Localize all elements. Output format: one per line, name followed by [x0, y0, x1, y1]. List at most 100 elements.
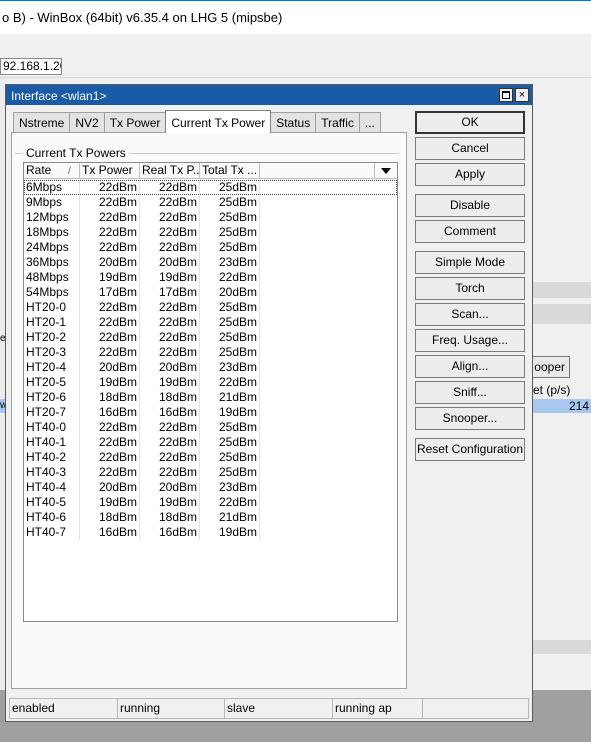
cell-total-tx-power: 22dBm [200, 495, 260, 510]
align-button[interactable]: Align... [415, 355, 525, 378]
cell-tx-power: 17dBm [80, 285, 140, 300]
column-header-rate[interactable]: Rate / [24, 163, 80, 179]
table-row[interactable]: 48Mbps 19dBm 19dBm 22dBm [24, 270, 397, 285]
cell-rate: HT20-5 [24, 375, 80, 390]
close-button[interactable]: × [515, 88, 529, 102]
cell-rate: HT20-3 [24, 345, 80, 360]
ok-button[interactable]: OK [415, 111, 525, 134]
tx-power-table[interactable]: Rate / Tx Power Real Tx P... Total Tx ..… [23, 162, 398, 622]
cell-total-tx-power: 19dBm [200, 525, 260, 540]
background-band [532, 640, 591, 654]
cell-total-tx-power: 23dBm [200, 480, 260, 495]
cell-tx-power: 19dBm [80, 495, 140, 510]
apply-button[interactable]: Apply [415, 163, 525, 186]
table-row[interactable]: HT20-5 19dBm 19dBm 22dBm [24, 375, 397, 390]
cell-rate: HT40-2 [24, 450, 80, 465]
maximize-button[interactable] [499, 88, 513, 102]
table-row[interactable]: 12Mbps 22dBm 22dBm 25dBm [24, 210, 397, 225]
cell-real-tx-power: 22dBm [140, 450, 200, 465]
table-row[interactable]: HT40-3 22dBm 22dBm 25dBm [24, 465, 397, 480]
cell-real-tx-power: 19dBm [140, 375, 200, 390]
column-header-tx-power[interactable]: Tx Power [80, 163, 140, 179]
table-row[interactable]: HT20-2 22dBm 22dBm 25dBm [24, 330, 397, 345]
main-window-title: o B) - WinBox (64bit) v6.35.4 on LHG 5 (… [2, 10, 283, 25]
cell-total-tx-power: 25dBm [200, 240, 260, 255]
cell-tx-power: 18dBm [80, 510, 140, 525]
cell-real-tx-power: 19dBm [140, 495, 200, 510]
table-row[interactable]: 36Mbps 20dBm 20dBm 23dBm [24, 255, 397, 270]
scan-button[interactable]: Scan... [415, 303, 525, 326]
table-row[interactable]: HT40-1 22dBm 22dBm 25dBm [24, 435, 397, 450]
cell-real-tx-power: 17dBm [140, 285, 200, 300]
table-row[interactable]: HT20-6 18dBm 18dBm 21dBm [24, 390, 397, 405]
background-snooper-button[interactable]: ooper [528, 356, 570, 378]
tab-status[interactable]: Status [270, 112, 317, 133]
disable-button[interactable]: Disable [415, 194, 525, 217]
tab-current-tx-power[interactable]: Current Tx Power [165, 110, 272, 133]
cell-total-tx-power: 23dBm [200, 360, 260, 375]
reset-configuration-button[interactable]: Reset Configuration [415, 438, 525, 461]
cell-tx-power: 22dBm [80, 465, 140, 480]
main-titlebar: o B) - WinBox (64bit) v6.35.4 on LHG 5 (… [0, 0, 591, 34]
cell-real-tx-power: 22dBm [140, 330, 200, 345]
cell-real-tx-power: 16dBm [140, 405, 200, 420]
cell-total-tx-power: 21dBm [200, 510, 260, 525]
cell-rate: 18Mbps [24, 225, 80, 240]
table-row[interactable]: HT40-6 18dBm 18dBm 21dBm [24, 510, 397, 525]
cell-rate: HT20-7 [24, 405, 80, 420]
comment-button[interactable]: Comment [415, 220, 525, 243]
table-row[interactable]: 6Mbps 22dBm 22dBm 25dBm [24, 180, 397, 195]
simple-mode-button[interactable]: Simple Mode [415, 251, 525, 274]
table-row[interactable]: HT20-0 22dBm 22dBm 25dBm [24, 300, 397, 315]
cell-real-tx-power: 22dBm [140, 195, 200, 210]
table-row[interactable]: HT40-4 20dBm 20dBm 23dBm [24, 480, 397, 495]
tab-traffic[interactable]: Traffic [315, 112, 360, 133]
column-chooser-button[interactable] [374, 163, 397, 179]
table-row[interactable]: HT20-7 16dBm 16dBm 19dBm [24, 405, 397, 420]
table-row[interactable]: HT40-0 22dBm 22dBm 25dBm [24, 420, 397, 435]
tab-nv2[interactable]: NV2 [69, 112, 105, 133]
table-row[interactable]: 54Mbps 17dBm 17dBm 20dBm [24, 285, 397, 300]
freq-usage-button[interactable]: Freq. Usage... [415, 329, 525, 352]
tab-tx-power[interactable]: Tx Power [103, 112, 167, 133]
table-row[interactable]: HT40-7 16dBm 16dBm 19dBm [24, 525, 397, 540]
table-row[interactable]: HT20-1 22dBm 22dBm 25dBm [24, 315, 397, 330]
cell-tx-power: 18dBm [80, 390, 140, 405]
status-running: running [118, 699, 225, 718]
torch-button[interactable]: Torch [415, 277, 525, 300]
cancel-button[interactable]: Cancel [415, 137, 525, 160]
cell-total-tx-power: 25dBm [200, 210, 260, 225]
sniff-button[interactable]: Sniff... [415, 381, 525, 404]
interface-dialog: Interface <wlan1> × Nstreme NV2 Tx Power… [5, 84, 533, 722]
cell-tx-power: 22dBm [80, 225, 140, 240]
address-field[interactable]: 92.168.1.20 [0, 58, 62, 75]
cell-tx-power: 20dBm [80, 360, 140, 375]
snooper-button[interactable]: Snooper... [415, 407, 525, 430]
cell-rate: HT20-0 [24, 300, 80, 315]
table-row[interactable]: HT40-2 22dBm 22dBm 25dBm [24, 450, 397, 465]
tab-more[interactable]: ... [358, 112, 381, 133]
cell-total-tx-power: 25dBm [200, 345, 260, 360]
cell-rate: 12Mbps [24, 210, 80, 225]
cell-rate: HT40-4 [24, 480, 80, 495]
tab-nstreme[interactable]: Nstreme [13, 112, 71, 133]
column-header-total-tx-power[interactable]: Total Tx ... [200, 163, 260, 179]
table-row[interactable]: HT40-5 19dBm 19dBm 22dBm [24, 495, 397, 510]
cell-total-tx-power: 25dBm [200, 465, 260, 480]
table-row[interactable]: 9Mbps 22dBm 22dBm 25dBm [24, 195, 397, 210]
cell-rate: HT40-1 [24, 435, 80, 450]
cell-tx-power: 16dBm [80, 405, 140, 420]
table-row[interactable]: 24Mbps 22dBm 22dBm 25dBm [24, 240, 397, 255]
cell-real-tx-power: 22dBm [140, 420, 200, 435]
status-enabled: enabled [10, 699, 118, 718]
table-row[interactable]: 18Mbps 22dBm 22dBm 25dBm [24, 225, 397, 240]
cell-rate: 48Mbps [24, 270, 80, 285]
column-header-real-tx-power[interactable]: Real Tx P... [140, 163, 200, 179]
table-row[interactable]: HT20-3 22dBm 22dBm 25dBm [24, 345, 397, 360]
table-row[interactable]: HT20-4 20dBm 20dBm 23dBm [24, 360, 397, 375]
dialog-titlebar[interactable]: Interface <wlan1> × [6, 85, 532, 105]
cell-rate: 6Mbps [24, 180, 80, 195]
cell-real-tx-power: 22dBm [140, 435, 200, 450]
background-selected-row[interactable]: 214 [532, 399, 591, 413]
cell-rate: HT40-3 [24, 465, 80, 480]
